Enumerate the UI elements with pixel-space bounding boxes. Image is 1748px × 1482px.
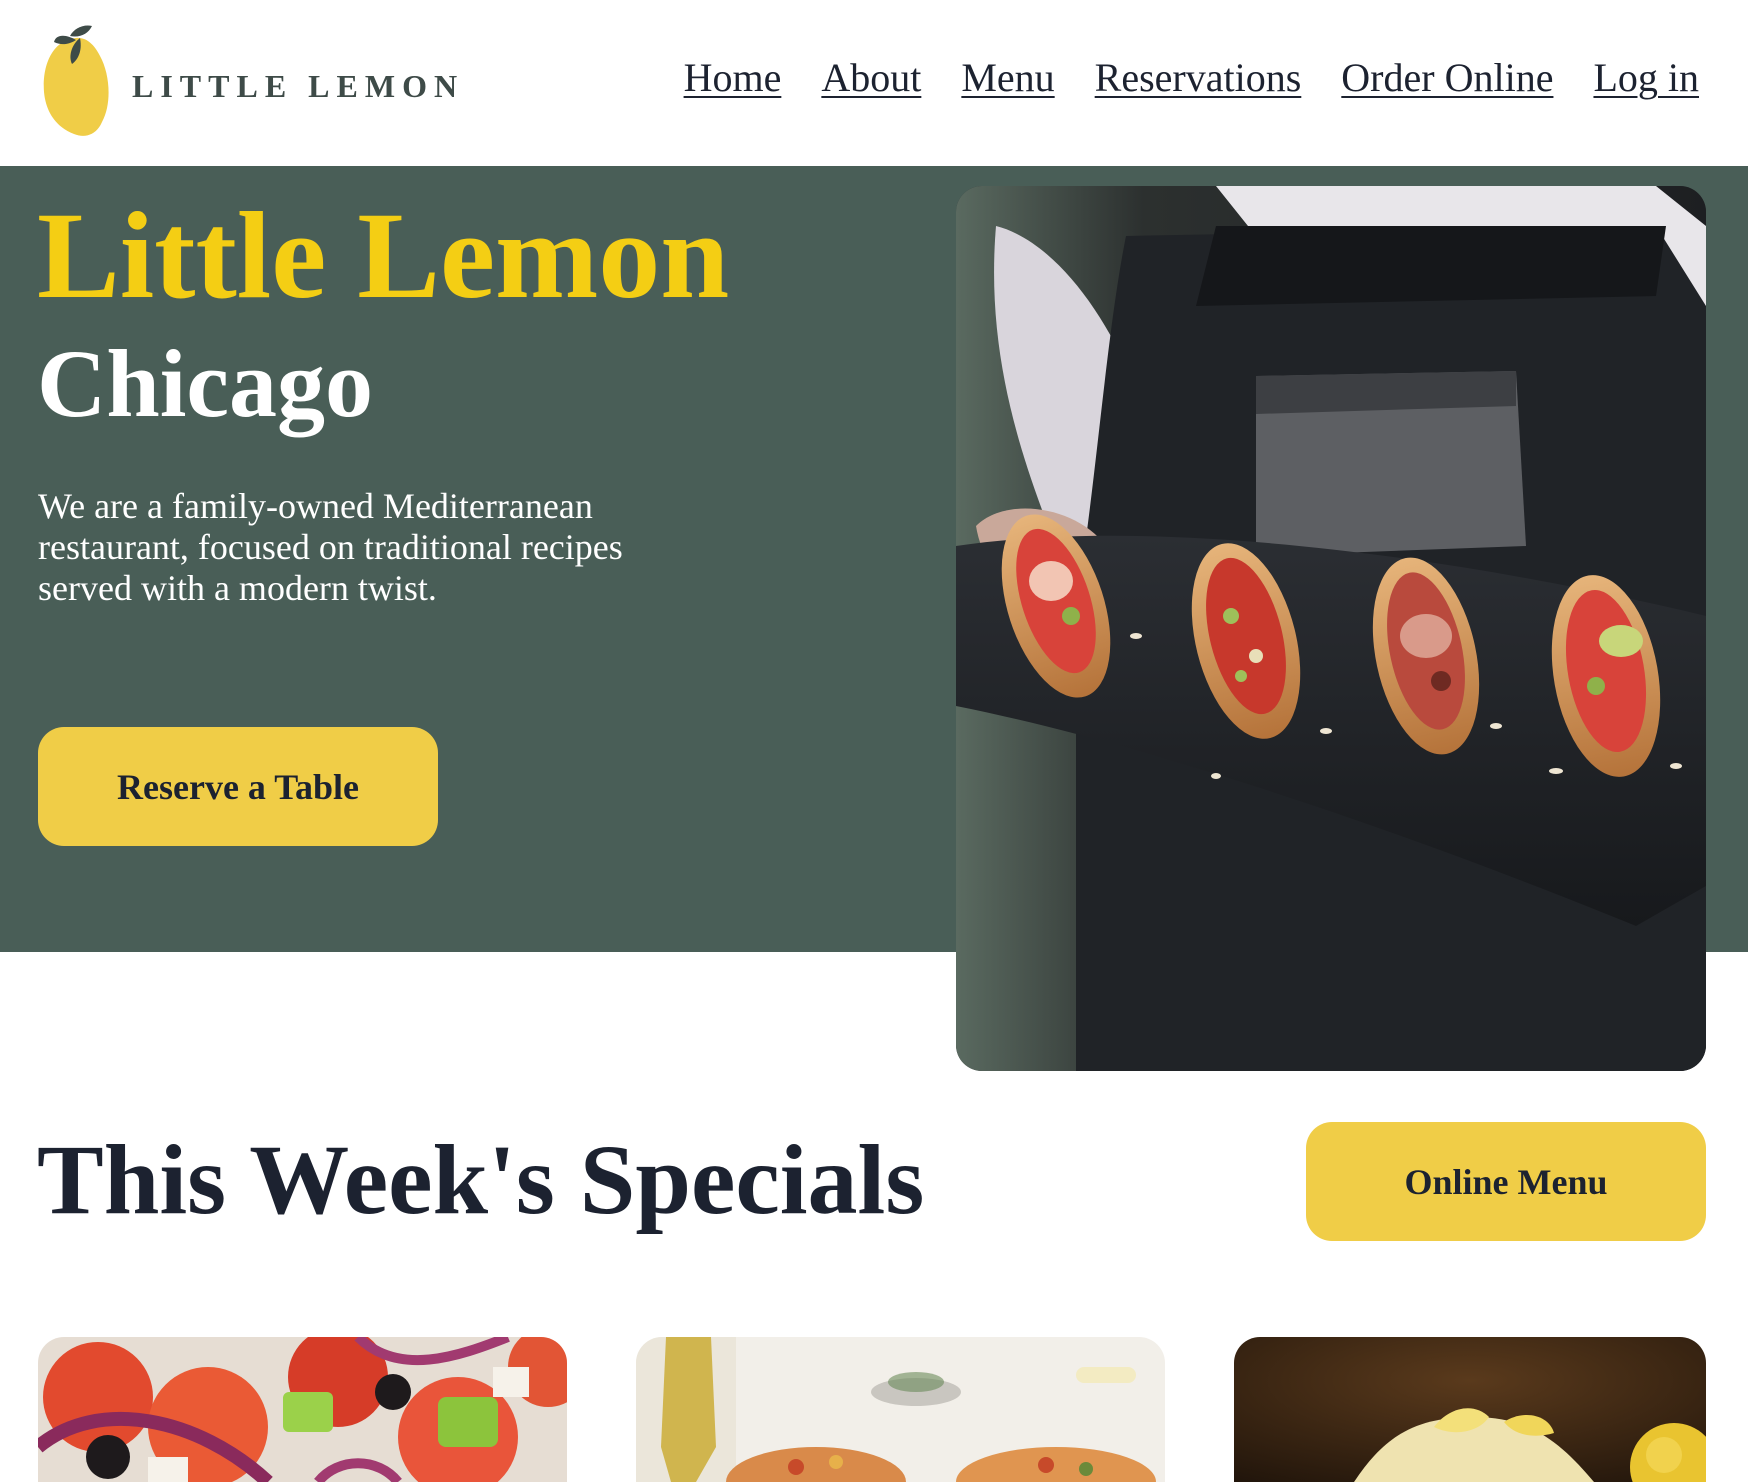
nav-home[interactable]: Home <box>684 54 782 101</box>
site-header: LITTLE LEMON Home About Menu Reservation… <box>0 0 1748 166</box>
nav-menu[interactable]: Menu <box>961 54 1054 101</box>
special-card-lemon-dessert-image[interactable] <box>1234 1337 1706 1482</box>
hero-image <box>956 186 1706 1071</box>
reserve-table-button[interactable]: Reserve a Table <box>38 727 438 846</box>
logo-text: LITTLE LEMON <box>132 68 465 104</box>
logo[interactable]: LITTLE LEMON <box>40 22 460 138</box>
nav-about[interactable]: About <box>821 54 921 101</box>
hero-title: Little Lemon <box>37 187 730 324</box>
chef-serving-bruschetta-image <box>956 186 1706 1071</box>
hero-description: We are a family-owned Mediterranean rest… <box>38 486 623 608</box>
lemon-dessert-image <box>1234 1337 1706 1482</box>
lemon-logo-icon <box>43 25 109 136</box>
nav-login[interactable]: Log in <box>1593 54 1699 101</box>
bruschetta-image <box>636 1337 1165 1482</box>
nav-order-online[interactable]: Order Online <box>1341 54 1553 101</box>
special-card-greek-salad-image[interactable] <box>38 1337 567 1482</box>
special-card-bruschetta-image[interactable] <box>636 1337 1165 1482</box>
greek-salad-image <box>38 1337 567 1482</box>
online-menu-button[interactable]: Online Menu <box>1306 1122 1706 1241</box>
specials-title: This Week's Specials <box>37 1124 925 1235</box>
nav-reservations[interactable]: Reservations <box>1095 54 1302 101</box>
hero-city: Chicago <box>37 330 373 437</box>
main-nav: Home About Menu Reservations Order Onlin… <box>684 54 1699 101</box>
